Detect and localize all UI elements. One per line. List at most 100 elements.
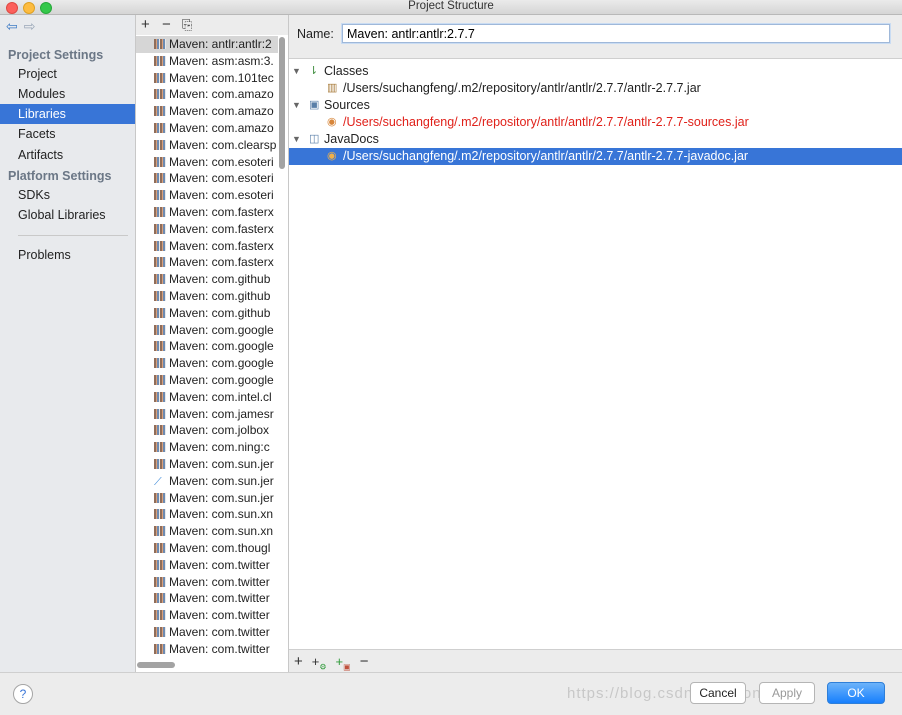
expand-arrow-icon[interactable]: ▼ (292, 131, 301, 148)
zoom-window-button[interactable] (40, 2, 52, 14)
library-item-label: Maven: com.fasterx (169, 221, 274, 236)
expand-arrow-icon[interactable]: ▼ (292, 97, 301, 114)
tree-node-javadocs-jar[interactable]: ◉ /Users/suchangfeng/.m2/repository/antl… (289, 148, 902, 165)
library-list-item[interactable]: Maven: asm:asm:3. (136, 53, 278, 70)
tree-node-classes-jar[interactable]: ▥ /Users/suchangfeng/.m2/repository/antl… (289, 80, 902, 97)
remove-library-icon[interactable]: − (162, 16, 171, 33)
tree-node-classes[interactable]: ▼ ⇂ Classes (289, 63, 902, 80)
tree-node-sources-jar[interactable]: ◉ /Users/suchangfeng/.m2/repository/antl… (289, 114, 902, 131)
nav-item-facets[interactable]: Facets (0, 124, 135, 144)
dialog-footer: ? https://blog.csdn.net/...ongdeshi Canc… (0, 672, 902, 715)
library-list-item[interactable]: Maven: com.esoteri (136, 170, 278, 187)
library-icon (154, 643, 166, 654)
library-icon (154, 542, 166, 553)
library-list-item[interactable]: Maven: com.twitter (136, 574, 278, 591)
library-list-item[interactable]: Maven: com.amazo (136, 103, 278, 120)
nav-item-libraries[interactable]: Libraries (0, 104, 135, 124)
library-list-item[interactable]: Maven: com.esoteri (136, 154, 278, 171)
library-list-item[interactable]: Maven: com.clearsp (136, 137, 278, 154)
library-list-item[interactable]: Maven: com.github (136, 288, 278, 305)
minimize-window-button[interactable] (23, 2, 35, 14)
library-list-item[interactable]: Maven: com.thougl (136, 540, 278, 557)
library-list[interactable]: Maven: antlr:antlr:2 Maven: asm:asm:3. Mav… (136, 36, 288, 659)
library-list-item[interactable]: Maven: com.sun.jer (136, 456, 278, 473)
remove-root-icon[interactable]: − (360, 653, 369, 670)
library-item-label: Maven: com.intel.cl (169, 389, 272, 404)
back-arrow-icon[interactable]: ⇦ (6, 18, 18, 34)
library-item-label: Maven: com.fasterx (169, 238, 274, 253)
library-item-label: Maven: com.ning:c (169, 440, 270, 455)
library-item-label: Maven: com.fasterx (169, 204, 274, 219)
library-list-horizontal-scrollbar[interactable] (137, 662, 175, 668)
library-item-label: Maven: com.sun.xn (169, 507, 274, 522)
window-title: Project Structure (408, 0, 494, 12)
library-list-item[interactable]: Maven: com.twitter (136, 641, 278, 658)
nav-item-problems[interactable]: Problems (0, 245, 135, 265)
library-list-item[interactable]: Maven: com.ning:c (136, 439, 278, 456)
library-list-item[interactable]: Maven: com.twitter (136, 557, 278, 574)
library-list-item[interactable]: Maven: com.fasterx (136, 221, 278, 238)
library-icon (154, 274, 166, 285)
library-list-item[interactable]: Maven: com.fasterx (136, 254, 278, 271)
library-icon (154, 173, 166, 184)
tree-node-sources[interactable]: ▼ ▣ Sources (289, 97, 902, 114)
library-list-item[interactable]: Maven: com.sun.xn (136, 506, 278, 523)
library-list-item[interactable]: Maven: com.fasterx (136, 204, 278, 221)
library-name-input[interactable] (342, 24, 890, 43)
library-list-item[interactable]: Maven: com.twitter (136, 590, 278, 607)
library-list-item[interactable]: Maven: antlr:antlr:2 (136, 36, 278, 53)
library-roots-tree[interactable]: ▼ ⇂ Classes ▥ /Users/suchangfeng/.m2/rep… (289, 58, 902, 650)
library-list-item[interactable]: Maven: com.intel.cl (136, 389, 278, 406)
library-item-label: Maven: com.twitter (169, 641, 270, 656)
cancel-button[interactable]: Cancel (690, 682, 746, 704)
library-list-item[interactable]: Maven: com.jolbox (136, 422, 278, 439)
library-list-item[interactable]: Maven: com.sun.xn (136, 523, 278, 540)
expand-arrow-icon[interactable]: ▼ (292, 63, 301, 80)
add-root-icon[interactable]: + (294, 653, 303, 670)
library-list-item[interactable]: ⟋ Maven: com.sun.jer (136, 473, 278, 490)
library-list-item[interactable]: Maven: com.101tec (136, 70, 278, 87)
library-list-item[interactable]: Maven: com.google (136, 355, 278, 372)
library-list-item[interactable]: Maven: com.github (136, 305, 278, 322)
library-list-item[interactable]: Maven: com.google (136, 372, 278, 389)
sources-label: Sources (324, 98, 370, 112)
library-item-label: Maven: com.esoteri (169, 154, 274, 169)
library-list-item[interactable]: Maven: com.twitter (136, 624, 278, 641)
tree-node-javadocs[interactable]: ▼ ◫ JavaDocs (289, 131, 902, 148)
nav-item-project[interactable]: Project (0, 64, 135, 84)
library-item-label: Maven: com.github (169, 272, 271, 287)
library-list-item[interactable]: Maven: com.fasterx (136, 238, 278, 255)
classes-jar-path: /Users/suchangfeng/.m2/repository/antlr/… (343, 81, 701, 95)
help-button[interactable]: ? (13, 684, 33, 704)
close-window-button[interactable] (6, 2, 18, 14)
forward-arrow-icon[interactable]: ⇨ (24, 18, 36, 34)
library-icon (154, 290, 166, 301)
attach-classes-icon[interactable]: +⚙ (312, 654, 327, 672)
library-icon (154, 593, 166, 604)
library-list-item[interactable]: Maven: com.esoteri (136, 187, 278, 204)
add-library-icon[interactable]: + (141, 16, 150, 33)
ok-button[interactable]: OK (827, 682, 885, 704)
attach-jar-icon[interactable]: +▣ (336, 654, 351, 672)
library-list-item[interactable]: Maven: com.google (136, 338, 278, 355)
library-list-item[interactable]: Maven: com.amazo (136, 120, 278, 137)
library-list-item[interactable]: Maven: com.sun.jer (136, 490, 278, 507)
nav-item-global-libraries[interactable]: Global Libraries (0, 205, 135, 225)
library-icon (154, 190, 166, 201)
nav-item-sdks[interactable]: SDKs (0, 185, 135, 205)
library-icon (154, 442, 166, 453)
library-list-item[interactable]: Maven: com.twitter (136, 607, 278, 624)
library-list-item[interactable]: Maven: com.amazo (136, 86, 278, 103)
library-list-item[interactable]: Maven: com.github (136, 271, 278, 288)
library-item-label: Maven: com.esoteri (169, 188, 274, 203)
library-list-item[interactable]: Maven: com.jamesr (136, 406, 278, 423)
library-list-vertical-scrollbar[interactable] (279, 37, 285, 169)
library-item-label: Maven: com.twitter (169, 557, 270, 572)
copy-library-icon[interactable]: ⎘ (182, 17, 192, 33)
library-list-item[interactable]: Maven: com.google (136, 322, 278, 339)
nav-item-artifacts[interactable]: Artifacts (0, 145, 135, 165)
nav-arrows: ⇦ ⇨ (6, 18, 41, 35)
apply-button[interactable]: Apply (759, 682, 815, 704)
library-icon (154, 122, 166, 133)
nav-item-modules[interactable]: Modules (0, 84, 135, 104)
